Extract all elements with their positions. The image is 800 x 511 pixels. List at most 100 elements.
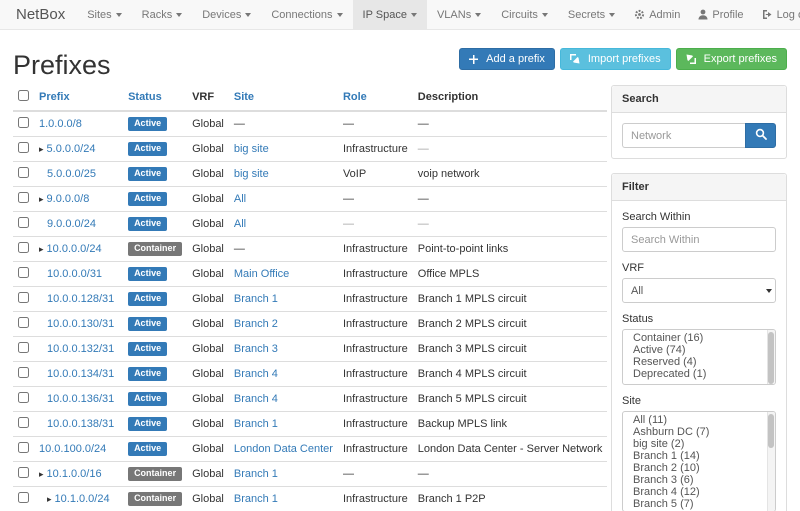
prefix-link[interactable]: 10.1.0.0/16 xyxy=(47,468,102,480)
site-link[interactable]: Branch 1 xyxy=(234,493,278,505)
site-filter-listbox[interactable]: All (11)Ashburn DC (7)big site (2)Branch… xyxy=(622,411,776,511)
prefix-link[interactable]: 10.0.0.134/31 xyxy=(47,368,114,380)
site-link[interactable]: All xyxy=(234,193,246,205)
site-link[interactable]: big site xyxy=(234,168,269,180)
nav-item-log-out[interactable]: Log out xyxy=(753,0,800,29)
filter-option[interactable]: Branch 5 (7) xyxy=(623,498,775,510)
search-input[interactable] xyxy=(622,123,745,148)
table-row: ▸9.0.0.0/8ActiveGlobalAll—— xyxy=(13,187,607,212)
row-checkbox[interactable] xyxy=(18,217,29,228)
nav-item-admin[interactable]: Admin xyxy=(625,0,689,29)
nav-item-connections[interactable]: Connections xyxy=(261,0,352,29)
status-badge: Active xyxy=(128,442,167,456)
row-checkbox[interactable] xyxy=(18,142,29,153)
filter-option[interactable]: Branch 4 (12) xyxy=(623,486,775,498)
site-link[interactable]: Branch 1 xyxy=(234,468,278,480)
scrollbar-track[interactable] xyxy=(767,330,775,384)
expand-caret-icon[interactable]: ▸ xyxy=(39,244,44,255)
column-header-role[interactable]: Role xyxy=(338,85,413,111)
filter-option[interactable]: Ashburn DC (7) xyxy=(623,426,775,438)
prefix-link[interactable]: 1.0.0.0/8 xyxy=(39,118,82,130)
add-prefix-button[interactable]: Add a prefix xyxy=(459,48,555,70)
row-checkbox[interactable] xyxy=(18,167,29,178)
filter-option[interactable]: Branch 2 (10) xyxy=(623,462,775,474)
search-within-input[interactable] xyxy=(622,227,776,252)
row-checkbox[interactable] xyxy=(18,342,29,353)
nav-item-circuits[interactable]: Circuits xyxy=(491,0,558,29)
prefix-link[interactable]: 9.0.0.0/8 xyxy=(47,193,90,205)
prefix-link[interactable]: 10.0.0.130/31 xyxy=(47,318,114,330)
site-link[interactable]: Branch 3 xyxy=(234,343,278,355)
row-checkbox[interactable] xyxy=(18,417,29,428)
prefix-link[interactable]: 10.0.0.128/31 xyxy=(47,293,114,305)
status-filter-listbox[interactable]: Container (16)Active (74)Reserved (4)Dep… xyxy=(622,329,776,385)
site-link[interactable]: All xyxy=(234,218,246,230)
expand-caret-icon[interactable]: ▸ xyxy=(39,144,44,155)
row-checkbox[interactable] xyxy=(18,242,29,253)
nav-item-sites[interactable]: Sites xyxy=(77,0,131,29)
prefix-link[interactable]: 10.0.0.138/31 xyxy=(47,418,114,430)
row-checkbox[interactable] xyxy=(18,392,29,403)
filter-option[interactable]: Branch 3 (6) xyxy=(623,474,775,486)
row-checkbox[interactable] xyxy=(18,442,29,453)
prefix-link[interactable]: 9.0.0.0/24 xyxy=(47,218,96,230)
filter-option[interactable]: big site (2) xyxy=(623,438,775,450)
export-prefixes-button[interactable]: Export prefixes xyxy=(676,48,787,70)
row-checkbox[interactable] xyxy=(18,492,29,503)
prefix-table-container: PrefixStatusVRFSiteRoleDescription 1.0.0… xyxy=(13,85,595,511)
scrollbar-track[interactable] xyxy=(767,412,775,511)
site-link[interactable]: Branch 2 xyxy=(234,318,278,330)
filter-option[interactable]: All (11) xyxy=(623,414,775,426)
prefix-link[interactable]: 10.0.0.0/24 xyxy=(47,243,102,255)
filter-option[interactable]: Container (16) xyxy=(623,332,775,344)
chevron-down-icon xyxy=(609,13,615,17)
row-checkbox[interactable] xyxy=(18,117,29,128)
expand-caret-icon[interactable]: ▸ xyxy=(39,469,44,480)
site-link[interactable]: Branch 4 xyxy=(234,393,278,405)
filter-option[interactable]: Active (74) xyxy=(623,344,775,356)
site-link[interactable]: big site xyxy=(234,143,269,155)
search-button[interactable] xyxy=(745,123,776,148)
nav-item-ip-space[interactable]: IP Space xyxy=(353,0,427,29)
prefix-link[interactable]: 5.0.0.0/24 xyxy=(47,143,96,155)
row-checkbox[interactable] xyxy=(18,467,29,478)
prefix-link[interactable]: 10.1.0.0/24 xyxy=(55,493,110,505)
role-value: Infrastructure xyxy=(343,343,408,355)
prefix-link[interactable]: 10.0.100.0/24 xyxy=(39,443,106,455)
row-checkbox[interactable] xyxy=(18,192,29,203)
nav-item-secrets[interactable]: Secrets xyxy=(558,0,625,29)
column-header-prefix[interactable]: Prefix xyxy=(34,85,123,111)
nav-item-profile[interactable]: Profile xyxy=(689,0,752,29)
expand-caret-icon[interactable]: ▸ xyxy=(39,194,44,205)
site-cell: All xyxy=(229,187,338,212)
site-link[interactable]: Branch 4 xyxy=(234,368,278,380)
brand-netbox[interactable]: NetBox xyxy=(8,0,77,29)
filter-option[interactable]: Reserved (4) xyxy=(623,356,775,368)
site-link[interactable]: London Data Center xyxy=(234,443,333,455)
scrollbar-thumb[interactable] xyxy=(768,332,774,384)
site-link[interactable]: Branch 1 xyxy=(234,418,278,430)
site-link[interactable]: Main Office xyxy=(234,268,289,280)
description-value: — xyxy=(418,218,429,230)
column-header-status[interactable]: Status xyxy=(123,85,187,111)
row-checkbox[interactable] xyxy=(18,267,29,278)
site-link[interactable]: Branch 1 xyxy=(234,293,278,305)
prefix-link[interactable]: 5.0.0.0/25 xyxy=(47,168,96,180)
nav-item-racks[interactable]: Racks xyxy=(132,0,193,29)
nav-item-vlans[interactable]: VLANs xyxy=(427,0,491,29)
prefix-link[interactable]: 10.0.0.0/31 xyxy=(47,268,102,280)
row-checkbox[interactable] xyxy=(18,292,29,303)
vrf-select[interactable]: All xyxy=(622,278,776,303)
expand-caret-icon[interactable]: ▸ xyxy=(47,494,52,505)
filter-option[interactable]: Deprecated (1) xyxy=(623,368,775,380)
import-prefixes-button[interactable]: Import prefixes xyxy=(560,48,671,70)
row-checkbox[interactable] xyxy=(18,317,29,328)
row-checkbox[interactable] xyxy=(18,367,29,378)
scrollbar-thumb[interactable] xyxy=(768,414,774,448)
prefix-link[interactable]: 10.0.0.132/31 xyxy=(47,343,114,355)
nav-item-devices[interactable]: Devices xyxy=(192,0,261,29)
prefix-link[interactable]: 10.0.0.136/31 xyxy=(47,393,114,405)
select-all-checkbox[interactable] xyxy=(18,90,29,101)
filter-option[interactable]: Branch 1 (14) xyxy=(623,450,775,462)
column-header-site[interactable]: Site xyxy=(229,85,338,111)
